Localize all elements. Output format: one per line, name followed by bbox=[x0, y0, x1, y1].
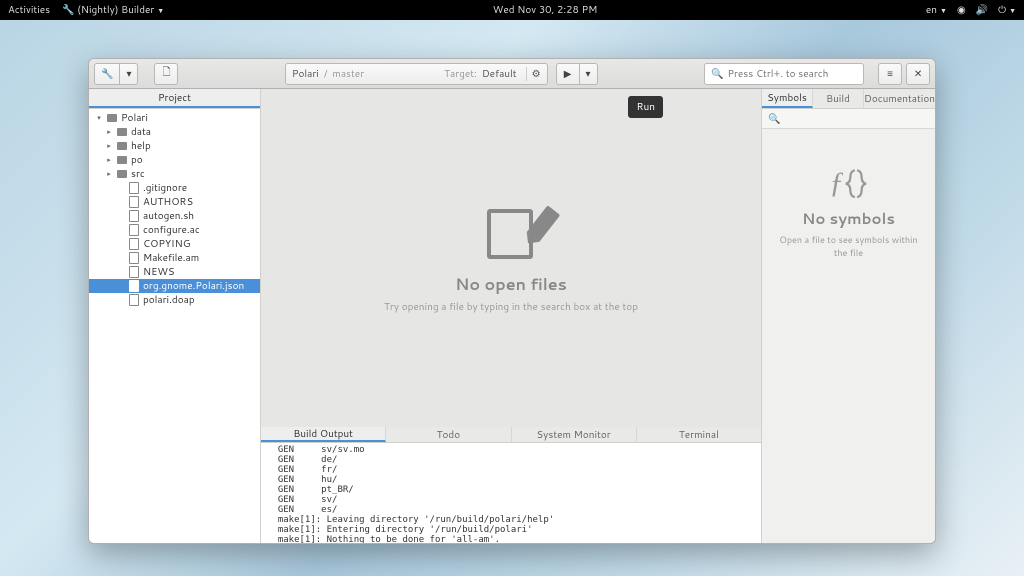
run-button[interactable]: ▶ bbox=[556, 63, 580, 85]
search-input[interactable] bbox=[727, 67, 857, 81]
tree-item[interactable]: ▸help bbox=[89, 139, 260, 153]
file-icon bbox=[128, 266, 140, 278]
tree-item-label: NEWS bbox=[143, 265, 175, 279]
builder-window: 🔧 ▾ 🗋 Polari / master Target: Default ⚙ … bbox=[88, 58, 936, 544]
folder-icon bbox=[116, 126, 128, 138]
run-tooltip: Run bbox=[628, 96, 663, 118]
left-tabs: Project bbox=[89, 89, 260, 109]
tree-item[interactable]: polari.doap bbox=[89, 293, 260, 307]
folder-icon bbox=[106, 112, 118, 124]
tree-item-label: src bbox=[131, 167, 145, 181]
omnibar-config-icon[interactable]: ⚙ bbox=[526, 67, 541, 81]
tree-item-label: COPYING bbox=[143, 237, 190, 251]
accessibility-icon[interactable]: ◉ bbox=[957, 3, 966, 17]
lang-indicator[interactable]: en▼ bbox=[926, 3, 947, 17]
tree-item[interactable]: org.gnome.Polari.json bbox=[89, 279, 260, 293]
right-tabs: SymbolsBuildDocumentation bbox=[762, 89, 935, 109]
appmenu[interactable]: 🔧 (Nightly) Builder▼ bbox=[62, 3, 164, 17]
omnibar-branch: master bbox=[332, 67, 364, 81]
bottom-tab[interactable]: System Monitor bbox=[512, 427, 637, 442]
global-search[interactable]: 🔍 bbox=[704, 63, 864, 85]
tree-item[interactable]: ▸data bbox=[89, 125, 260, 139]
omnibar-project: Polari bbox=[292, 67, 319, 81]
folder-icon bbox=[116, 140, 128, 152]
tree-item-label: AUTHORS bbox=[143, 195, 193, 209]
file-icon bbox=[128, 224, 140, 236]
folder-icon bbox=[116, 168, 128, 180]
search-icon: 🔍 bbox=[768, 112, 780, 126]
tree-item-label: Makefile.am bbox=[143, 251, 199, 265]
tree-item-label: Polari bbox=[121, 111, 148, 125]
empty-subtitle: Try opening a file by typing in the sear… bbox=[384, 300, 638, 314]
tree-item[interactable]: Makefile.am bbox=[89, 251, 260, 265]
file-icon bbox=[128, 294, 140, 306]
tree-item[interactable]: configure.ac bbox=[89, 223, 260, 237]
target-value: Default bbox=[482, 67, 517, 81]
symbols-empty-sub: Open a file to see symbols within the fi… bbox=[762, 233, 935, 259]
symbols-empty-state: ƒ{} No symbols Open a file to see symbol… bbox=[762, 129, 935, 543]
tree-item[interactable]: AUTHORS bbox=[89, 195, 260, 209]
run-menu-button[interactable]: ▾ bbox=[580, 63, 598, 85]
tree-item[interactable]: ▸src bbox=[89, 167, 260, 181]
tree-item[interactable]: .gitignore bbox=[89, 181, 260, 195]
close-button[interactable]: ✕ bbox=[906, 63, 930, 85]
gear-button[interactable]: 🔧 bbox=[94, 63, 120, 85]
tree-item-label: data bbox=[131, 125, 151, 139]
new-file-button[interactable]: 🗋 bbox=[154, 63, 178, 85]
volume-icon[interactable]: 🔊 bbox=[976, 3, 988, 17]
desktop-topbar: Activities 🔧 (Nightly) Builder▼ Wed Nov … bbox=[0, 0, 1024, 20]
target-label: Target: bbox=[444, 67, 477, 81]
editor-empty-state: Run No open files Try opening a file by … bbox=[261, 89, 761, 427]
tree-item-label: .gitignore bbox=[143, 181, 187, 195]
search-icon: 🔍 bbox=[711, 67, 723, 81]
bottom-tab[interactable]: Terminal bbox=[637, 427, 761, 442]
tree-item[interactable]: autogen.sh bbox=[89, 209, 260, 223]
hamburger-button[interactable]: ≡ bbox=[878, 63, 902, 85]
bottom-tab[interactable]: Build Output bbox=[261, 427, 386, 442]
tree-item[interactable]: ▸po bbox=[89, 153, 260, 167]
power-icon[interactable]: ⏻▼ bbox=[998, 3, 1016, 17]
right-sidebar: SymbolsBuildDocumentation 🔍 ƒ{} No symbo… bbox=[761, 89, 935, 543]
file-icon bbox=[128, 280, 140, 292]
tree-item-label: po bbox=[131, 153, 143, 167]
editor-area: Run No open files Try opening a file by … bbox=[261, 89, 761, 543]
bottom-tabs: Build OutputTodoSystem MonitorTerminal bbox=[261, 427, 761, 443]
activities-button[interactable]: Activities bbox=[8, 3, 50, 17]
bottom-tab[interactable]: Todo bbox=[386, 427, 511, 442]
right-tab[interactable]: Build bbox=[813, 89, 864, 108]
file-icon bbox=[128, 210, 140, 222]
omnibar[interactable]: Polari / master Target: Default ⚙ bbox=[285, 63, 548, 85]
tree-item-label: autogen.sh bbox=[143, 209, 194, 223]
build-output: GEN sv/sv.mo GEN de/ GEN fr/ GEN hu/ GEN… bbox=[261, 443, 761, 543]
tree-item[interactable]: NEWS bbox=[89, 265, 260, 279]
gear-menu-button[interactable]: ▾ bbox=[120, 63, 138, 85]
tree-item[interactable]: ▾Polari bbox=[89, 111, 260, 125]
right-tab[interactable]: Symbols bbox=[762, 89, 813, 108]
symbols-empty-title: No symbols bbox=[802, 208, 895, 229]
file-icon bbox=[128, 238, 140, 250]
file-icon bbox=[128, 182, 140, 194]
file-icon bbox=[128, 196, 140, 208]
tree-item-label: help bbox=[131, 139, 151, 153]
tab-project[interactable]: Project bbox=[89, 89, 260, 108]
tree-item[interactable]: COPYING bbox=[89, 237, 260, 251]
tree-item-label: polari.doap bbox=[143, 293, 195, 307]
edit-icon bbox=[481, 203, 541, 263]
right-tab[interactable]: Documentation bbox=[864, 89, 935, 108]
project-tree: ▾Polari▸data▸help▸po▸src.gitignoreAUTHOR… bbox=[89, 109, 260, 543]
tree-item-label: org.gnome.Polari.json bbox=[143, 279, 244, 293]
headerbar: 🔧 ▾ 🗋 Polari / master Target: Default ⚙ … bbox=[89, 59, 935, 89]
tree-item-label: configure.ac bbox=[143, 223, 200, 237]
folder-icon bbox=[116, 154, 128, 166]
left-sidebar: Project ▾Polari▸data▸help▸po▸src.gitigno… bbox=[89, 89, 261, 543]
empty-title: No open files bbox=[455, 273, 567, 296]
clock[interactable]: Wed Nov 30, 2:28 PM bbox=[164, 3, 926, 17]
appmenu-label: (Nightly) Builder bbox=[77, 3, 154, 17]
symbols-search[interactable]: 🔍 bbox=[762, 109, 935, 129]
file-icon bbox=[128, 252, 140, 264]
symbols-icon: ƒ{} bbox=[829, 159, 867, 202]
